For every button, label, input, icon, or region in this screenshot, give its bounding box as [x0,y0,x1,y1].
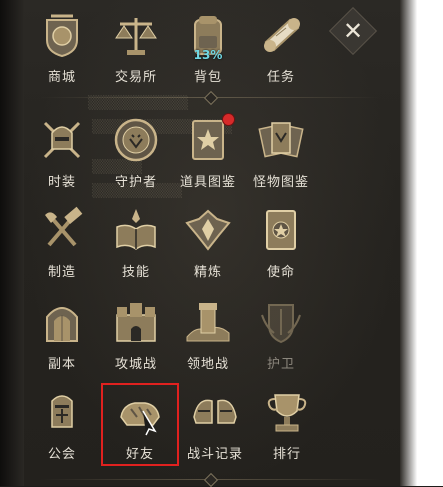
siege-castle-icon [111,297,161,347]
menu-label-guard: 护卫 [266,357,295,372]
menu-label-ranking: 排行 [272,447,301,462]
menu-item-battle-record[interactable]: 战斗记录 [177,383,253,467]
menu-item-item-codex[interactable]: 道具图鉴 [170,111,246,195]
menu-item-monster-codex[interactable]: 怪物图鉴 [243,111,319,195]
menu-item-territory[interactable]: 领地战 [170,293,246,377]
backpack-capacity-text: 13% [193,48,223,62]
trophy-icon [262,387,312,437]
menu-label-exchange: 交易所 [114,70,157,85]
background-left [0,0,24,486]
menu-label-quest: 任务 [266,70,295,85]
menu-item-guardian[interactable]: 守护者 [98,111,174,195]
menu-label-guild: 公会 [47,447,76,462]
costume-helmet-icon [37,115,87,165]
menu-item-craft[interactable]: 制造 [24,201,100,285]
menu-label-refine: 精炼 [193,265,222,280]
menu-label-monster-codex: 怪物图鉴 [252,175,309,190]
menu-item-dungeon[interactable]: 副本 [24,293,100,377]
selection-highlight [101,383,179,466]
backpack-icon: 13% [183,10,233,62]
row-divider [40,472,380,487]
menu-label-craft: 制造 [47,265,76,280]
menu-item-skill[interactable]: 技能 [98,201,174,285]
row-divider [40,90,380,106]
scroll-icon [256,10,306,60]
menu-label-battle-record: 战斗记录 [186,447,243,462]
skill-book-icon [111,205,161,255]
menu-label-shop: 商城 [47,70,76,85]
hammer-axe-icon [37,205,87,255]
item-codex-icon [183,113,235,165]
menu-label-skill: 技能 [121,265,150,280]
battle-record-helmets-icon [190,387,240,437]
menu-item-mission[interactable]: 使命 [243,201,319,285]
menu-label-territory: 领地战 [186,357,229,372]
monster-cards-icon [256,115,306,165]
menu-item-refine[interactable]: 精炼 [170,201,246,285]
menu-item-quest[interactable]: 任务 [243,6,319,90]
menu-label-costume: 时装 [47,175,76,190]
menu-label-item-codex: 道具图鉴 [179,175,236,190]
menu-item-costume[interactable]: 时装 [24,111,100,195]
mission-book-icon [256,205,306,255]
menu-label-mission: 使命 [266,265,295,280]
territory-tower-icon [183,297,233,347]
menu-label-backpack: 背包 [193,70,222,85]
menu-label-siege: 攻城战 [114,357,157,372]
menu-item-exchange[interactable]: 交易所 [98,6,174,90]
background-right [400,0,443,486]
menu-label-guardian: 守护者 [114,175,157,190]
shop-shield-icon [37,10,87,60]
menu-item-siege[interactable]: 攻城战 [98,293,174,377]
menu-item-guild[interactable]: 公会 [24,383,100,467]
refine-crest-icon [183,205,233,255]
notification-dot [222,113,235,126]
scales-icon [111,10,161,60]
lion-emblem-icon [111,115,161,165]
menu-label-dungeon: 副本 [47,357,76,372]
menu-item-guard: 护卫 [243,293,319,377]
dungeon-gate-icon [37,297,87,347]
close-icon: ✕ [342,17,364,45]
guild-knight-icon [37,387,87,437]
menu-item-backpack[interactable]: 13% 背包 [170,6,246,90]
guard-shield-icon [256,297,306,347]
menu-item-ranking[interactable]: 排行 [249,383,325,467]
background-text: ▒▒▒▒▒▒▒▒▒▒ [88,96,188,111]
menu-item-shop[interactable]: 商城 [24,6,100,90]
